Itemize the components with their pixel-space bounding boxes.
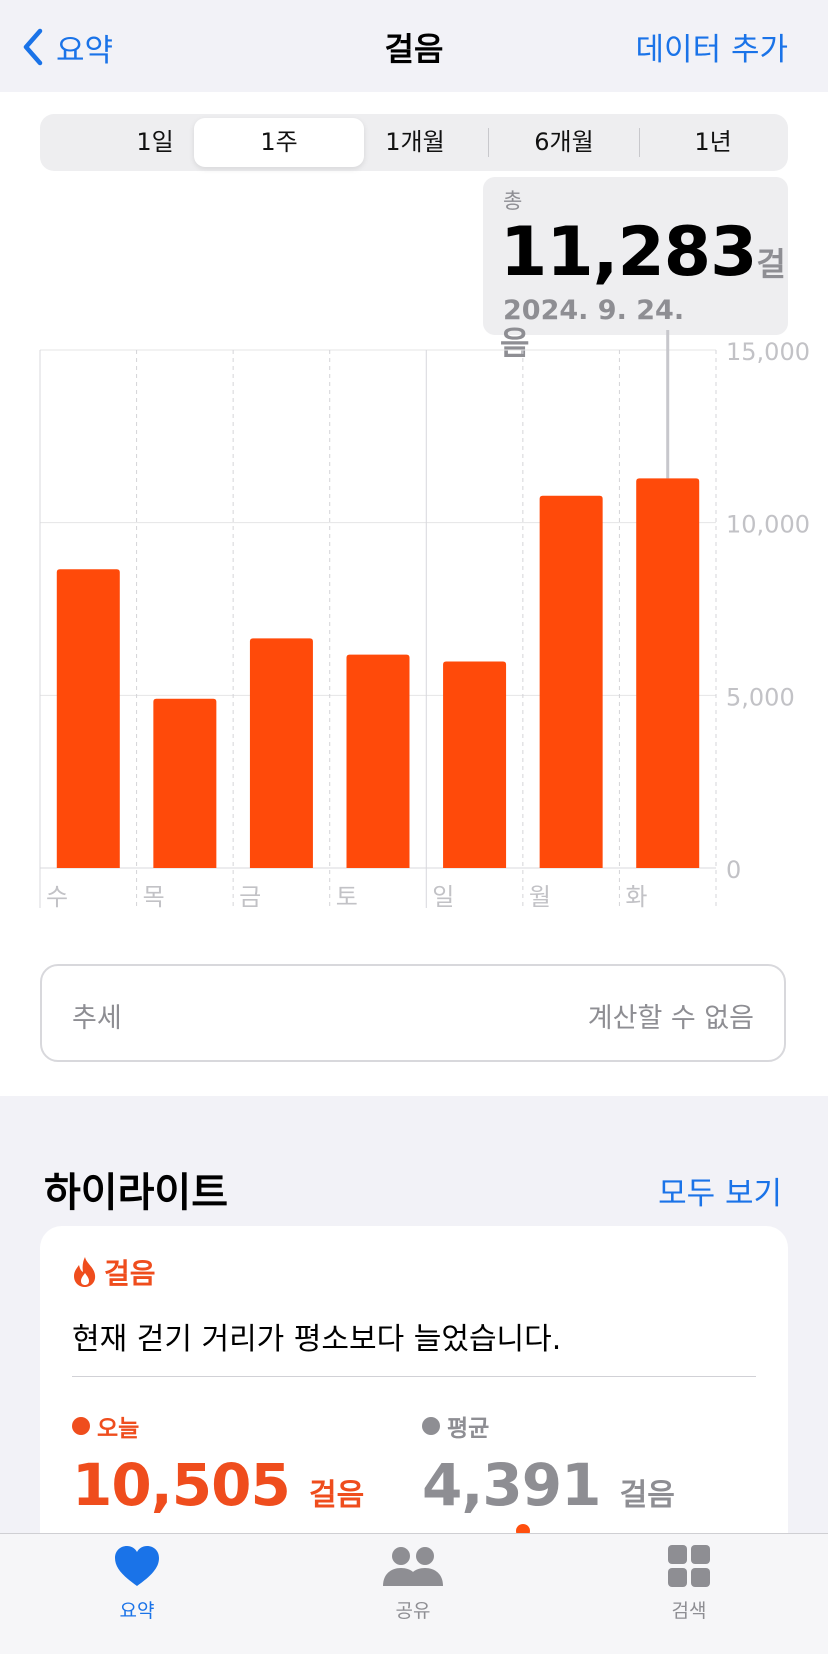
- today-value-text: 10,505: [72, 1451, 291, 1519]
- today-label-text: 오늘: [97, 1416, 140, 1442]
- bar-3: [346, 654, 410, 868]
- highlights-title: 하이라이트: [44, 1170, 228, 1216]
- grid-icon: [668, 1545, 710, 1587]
- bar-5: [539, 495, 603, 868]
- divider: [72, 1376, 756, 1377]
- highlight-category-label: 걸음: [104, 1257, 156, 1290]
- highlight-category: 걸음: [72, 1252, 156, 1292]
- average-value: 4,391 걸음: [422, 1451, 675, 1519]
- trend-value: 계산할 수 없음: [587, 1003, 754, 1034]
- bar-2: [249, 638, 313, 868]
- heart-icon: [115, 1546, 159, 1586]
- average-label: 평균: [422, 1409, 675, 1443]
- tab-browse-label: 검색: [671, 1600, 707, 1622]
- x-tick-label: 금: [239, 883, 261, 911]
- x-tick-label: 월: [529, 883, 551, 911]
- today-dot: [72, 1417, 90, 1435]
- y-tick-label: 5,000: [726, 683, 795, 711]
- segment-1-month[interactable]: 1개월: [330, 118, 500, 167]
- show-all-link[interactable]: 모두 보기: [658, 1168, 782, 1213]
- bar-0: [56, 569, 120, 868]
- y-tick-label: 15,000: [726, 338, 810, 366]
- tab-bar: 요약 공유 검색: [0, 1533, 828, 1654]
- average-value-text: 4,391: [422, 1451, 601, 1519]
- today-value: 10,505 걸음: [72, 1451, 364, 1519]
- time-range-segmented-control: 1일 1주 1개월 6개월 1년: [40, 114, 788, 171]
- average-dot: [422, 1417, 440, 1435]
- x-tick-label: 토: [336, 883, 358, 911]
- add-data-button[interactable]: 데이터 추가: [636, 24, 788, 69]
- steps-bar-chart[interactable]: 0 5,000 10,000 15,000 수 목 금 토 일 월 화: [0, 330, 828, 920]
- tab-browse[interactable]: 검색: [609, 1544, 769, 1623]
- x-tick-label: 목: [143, 883, 165, 911]
- tab-sharing[interactable]: 공유: [333, 1544, 493, 1623]
- y-tick-label: 0: [726, 856, 741, 884]
- trend-label: 추세: [72, 1003, 122, 1034]
- people-icon: [383, 1547, 443, 1586]
- today-unit: 걸음: [309, 1478, 365, 1513]
- average-label-text: 평균: [447, 1416, 490, 1442]
- x-tick-label: 수: [46, 883, 68, 911]
- callout-date: 2024. 9. 24.: [503, 295, 685, 326]
- segment-6-month[interactable]: 6개월: [479, 118, 649, 167]
- callout-label: 총: [503, 189, 523, 213]
- trend-row[interactable]: 추세 계산할 수 없음: [40, 964, 786, 1062]
- bar-1: [153, 698, 217, 868]
- bar-4: [443, 661, 507, 868]
- navigation-bar: 요약 걸음 데이터 추가: [0, 0, 828, 92]
- tab-summary-label: 요약: [119, 1600, 155, 1622]
- highlight-card[interactable]: 걸음 현재 걷기 거리가 평소보다 늘었습니다. 오늘 10,505 걸음 평균…: [40, 1226, 788, 1566]
- flame-icon: [74, 1257, 96, 1287]
- today-stat: 오늘 10,505 걸음: [72, 1409, 364, 1519]
- callout-value-text: 11,283: [500, 213, 757, 292]
- average-stat: 평균 4,391 걸음: [422, 1409, 675, 1519]
- x-tick-label: 일: [432, 883, 454, 911]
- today-label: 오늘: [72, 1409, 364, 1443]
- selection-callout: 총 11,283걸음 2024. 9. 24.: [483, 177, 788, 362]
- y-tick-label: 10,000: [726, 511, 810, 539]
- x-tick-label: 화: [625, 883, 647, 911]
- tab-sharing-label: 공유: [395, 1600, 431, 1622]
- bar-6: [636, 478, 700, 868]
- average-unit: 걸음: [619, 1478, 675, 1513]
- tab-summary[interactable]: 요약: [57, 1544, 217, 1623]
- segment-1-year[interactable]: 1년: [628, 118, 798, 167]
- highlight-description: 현재 걷기 거리가 평소보다 늘었습니다.: [72, 1322, 562, 1357]
